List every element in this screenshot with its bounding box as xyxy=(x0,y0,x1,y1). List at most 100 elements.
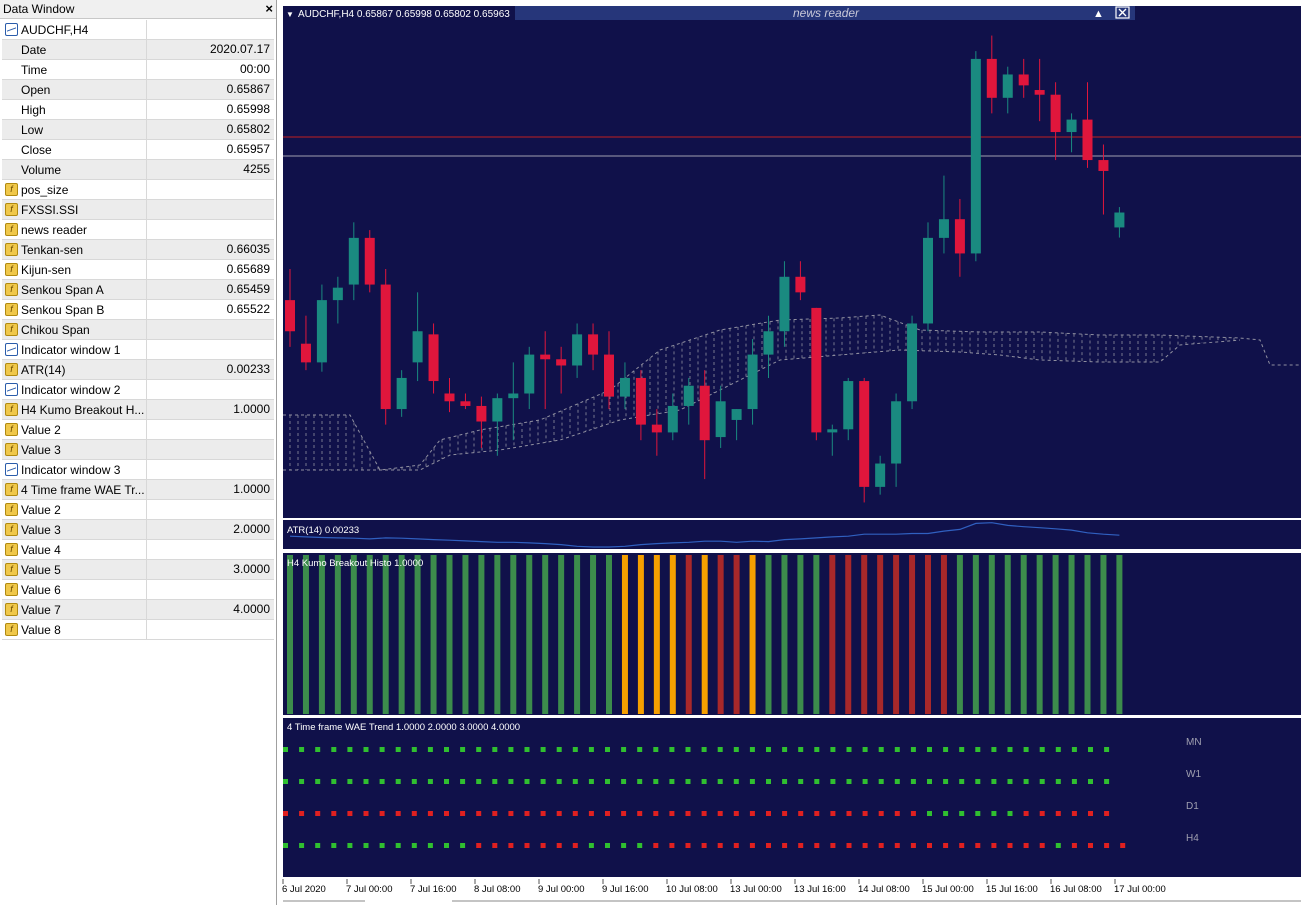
candle-body xyxy=(332,287,343,301)
candle-body xyxy=(1050,94,1061,133)
data-row-name: f Value 3 xyxy=(2,440,147,459)
histo-bar xyxy=(558,555,565,714)
data-row-name: f Value 4 xyxy=(2,540,147,559)
data-row: f Value 8 xyxy=(2,620,274,640)
wae-dot xyxy=(782,811,788,816)
histo-bar xyxy=(494,555,501,714)
data-row-label: AUDCHF,H4 xyxy=(21,22,89,37)
wae-dot xyxy=(830,779,836,784)
chart-menu-arrow-icon[interactable]: ▼ xyxy=(286,10,294,19)
histo-bar xyxy=(382,555,389,714)
data-row-value: 4.0000 xyxy=(233,602,270,616)
wae-dot xyxy=(1055,811,1061,816)
wae-dot xyxy=(444,779,449,784)
wae-dot xyxy=(959,747,965,752)
data-row-label: Value 4 xyxy=(21,542,61,557)
data-row: f Kijun-sen 0.65689 xyxy=(2,260,274,280)
wae-dot xyxy=(379,811,385,816)
wae-dot xyxy=(943,779,949,784)
collapse-icon[interactable]: ▲ xyxy=(1093,8,1104,20)
wae-dot xyxy=(331,843,337,848)
candle-body xyxy=(923,237,933,324)
wae-dot xyxy=(411,747,417,752)
histo-bar xyxy=(893,555,900,714)
histo-bar xyxy=(621,555,628,714)
candle-body xyxy=(699,385,710,441)
time-label: 10 Jul 08:00 xyxy=(666,884,718,895)
wae-dot xyxy=(460,779,466,784)
candle-body xyxy=(859,381,870,487)
histo-bar xyxy=(414,555,421,714)
wae-dot xyxy=(1088,747,1093,752)
wae-dot xyxy=(411,843,417,848)
atr-label: ATR(14) 0.00233 xyxy=(287,525,359,536)
data-row-label: Time xyxy=(21,62,48,77)
indicator-icon: f xyxy=(5,503,18,516)
candle-body xyxy=(1002,74,1013,98)
wae-dot xyxy=(927,843,932,848)
data-row: Indicator window 1 xyxy=(2,340,274,360)
data-row-name: f Value 2 xyxy=(2,500,147,519)
wae-dot xyxy=(975,747,981,752)
wae-dot xyxy=(283,747,288,752)
wae-dot xyxy=(1055,843,1061,848)
chart-window[interactable]: ▼ AUDCHF,H4 0.65867 0.65998 0.65802 0.65… xyxy=(280,0,1301,905)
wae-dot xyxy=(444,843,449,848)
wae-dot xyxy=(814,779,820,784)
wae-dot xyxy=(331,747,337,752)
data-row-value: 0.66035 xyxy=(226,242,270,256)
candle-body xyxy=(619,377,630,397)
data-row-value xyxy=(147,380,274,399)
wae-dot xyxy=(685,779,691,784)
data-row-name: Date xyxy=(2,40,147,59)
wae-dot xyxy=(508,747,514,752)
histo-bar xyxy=(366,555,373,714)
candle-body xyxy=(572,334,583,366)
histo-label: H4 Kumo Breakout Histo 1.0000 xyxy=(287,558,423,569)
chart-canvas[interactable]: ▼ AUDCHF,H4 0.65867 0.65998 0.65802 0.65… xyxy=(280,0,1301,905)
wae-dot xyxy=(894,779,900,784)
histo-bar xyxy=(510,555,517,714)
histo-bar xyxy=(1100,555,1107,714)
wae-dot xyxy=(1071,811,1077,816)
indicator-icon: f xyxy=(5,543,18,556)
wae-dot xyxy=(975,843,981,848)
wae-dot xyxy=(846,779,852,784)
histo-bar xyxy=(1004,555,1011,714)
wae-dot xyxy=(749,779,755,784)
data-row-label: Date xyxy=(21,42,47,57)
wae-dot xyxy=(315,747,321,752)
candle-body xyxy=(635,377,646,425)
wae-dot xyxy=(331,811,337,816)
timeframe-label: D1 xyxy=(1186,801,1199,812)
wae-dot xyxy=(653,843,659,848)
data-row: Time 00:00 xyxy=(2,60,274,80)
data-row-value: 1.0000 xyxy=(233,482,270,496)
close-icon[interactable]: × xyxy=(265,0,273,18)
candle-body xyxy=(954,219,965,254)
time-label: 13 Jul 16:00 xyxy=(794,884,846,895)
wae-dot xyxy=(685,747,691,752)
data-row-value xyxy=(147,180,274,199)
wae-dot xyxy=(878,843,884,848)
data-row-name: f Senkou Span B xyxy=(2,300,147,319)
wae-dot xyxy=(379,747,385,752)
wae-dot xyxy=(1071,779,1077,784)
candle-body xyxy=(460,401,471,406)
data-row-name: Close xyxy=(2,140,147,159)
data-row-label: Tenkan-sen xyxy=(21,242,84,257)
wae-dot xyxy=(540,811,546,816)
data-row: f Value 4 xyxy=(2,540,274,560)
data-row-label: Value 3 xyxy=(21,442,61,457)
time-label: 9 Jul 16:00 xyxy=(602,884,648,895)
wae-dot xyxy=(991,779,997,784)
data-row-name: f4 Time frame WAE Tr... xyxy=(2,480,147,499)
data-row-value xyxy=(147,620,274,639)
wae-dot xyxy=(427,747,433,752)
data-row-label: 4 Time frame WAE Tr... xyxy=(21,482,145,497)
histo-bar xyxy=(653,555,660,714)
histo-bar xyxy=(334,555,341,714)
data-row-value: 4255 xyxy=(243,162,270,176)
wae-dot xyxy=(669,811,675,816)
wae-dot xyxy=(782,779,788,784)
